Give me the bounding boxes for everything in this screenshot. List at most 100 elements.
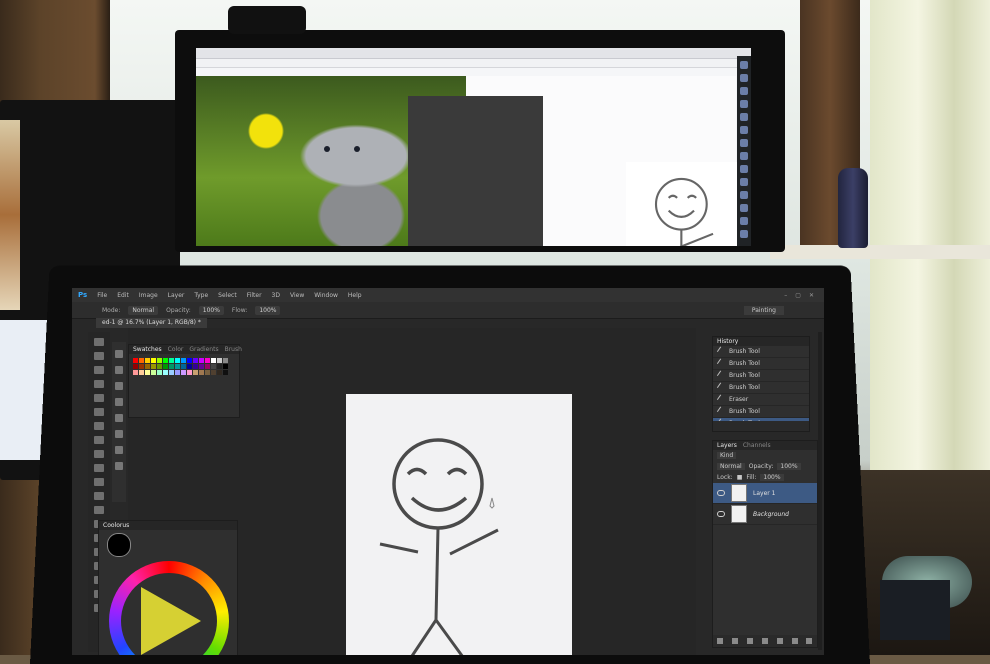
link-layers-icon[interactable]	[717, 638, 724, 644]
stamp-tool-icon[interactable]	[94, 450, 104, 458]
tool-preset-icon[interactable]	[115, 462, 123, 470]
fill-field[interactable]: 100%	[760, 474, 784, 481]
blur-tool-icon[interactable]	[94, 506, 104, 514]
layer-opacity-field[interactable]: 100%	[777, 463, 801, 470]
color-swatch[interactable]	[205, 370, 210, 375]
color-swatch[interactable]	[217, 370, 222, 375]
color-swatch[interactable]	[163, 358, 168, 363]
color-swatch[interactable]	[169, 364, 174, 369]
sidebar-app-icon[interactable]	[740, 139, 748, 147]
sidebar-app-icon[interactable]	[740, 126, 748, 134]
menu-edit[interactable]: Edit	[117, 292, 129, 299]
lasso-tool-icon[interactable]	[94, 366, 104, 374]
sidebar-app-icon[interactable]	[740, 178, 748, 186]
healing-tool-icon[interactable]	[94, 422, 104, 430]
color-swatch[interactable]	[181, 364, 186, 369]
eraser-tool-icon[interactable]	[94, 478, 104, 486]
color-swatch[interactable]	[187, 358, 192, 363]
brush-preset-icon[interactable]	[115, 430, 123, 438]
color-swatch[interactable]	[175, 370, 180, 375]
sidebar-app-icon[interactable]	[740, 87, 748, 95]
color-triangle[interactable]	[141, 587, 201, 655]
tab-brush[interactable]: Brush	[225, 345, 242, 354]
color-swatch[interactable]	[169, 358, 174, 363]
sidebar-app-icon[interactable]	[740, 230, 748, 238]
menu-select[interactable]: Select	[218, 292, 237, 299]
opacity-field[interactable]: 100%	[198, 305, 224, 315]
history-item[interactable]: Brush Tool	[713, 406, 809, 418]
menu-filter[interactable]: Filter	[247, 292, 262, 299]
adjustment-layer-icon[interactable]	[761, 638, 768, 644]
history-item[interactable]: Eraser	[713, 394, 809, 406]
color-swatch[interactable]	[181, 358, 186, 363]
history-item[interactable]: Brush Tool	[713, 382, 809, 394]
browser-address-bar[interactable]	[196, 59, 751, 68]
color-swatch[interactable]	[187, 364, 192, 369]
sidebar-app-icon[interactable]	[740, 74, 748, 82]
lock-icon[interactable]: ■	[737, 474, 743, 481]
color-swatch[interactable]	[163, 370, 168, 375]
color-swatch[interactable]	[133, 358, 138, 363]
sidebar-app-icon[interactable]	[740, 191, 748, 199]
color-swatch[interactable]	[181, 370, 186, 375]
crop-tool-icon[interactable]	[94, 394, 104, 402]
color-swatch[interactable]	[163, 364, 168, 369]
color-swatch[interactable]	[205, 358, 210, 363]
color-swatch[interactable]	[199, 364, 204, 369]
browser-tab-bar[interactable]	[196, 48, 751, 59]
menu-file[interactable]: File	[97, 292, 107, 299]
color-swatch[interactable]	[133, 370, 138, 375]
color-swatch[interactable]	[175, 364, 180, 369]
reference-drawing-window[interactable]	[408, 96, 751, 246]
color-swatch[interactable]	[211, 358, 216, 363]
color-swatch[interactable]	[145, 364, 150, 369]
menu-view[interactable]: View	[290, 292, 304, 299]
color-swatch[interactable]	[223, 364, 228, 369]
color-swatch[interactable]	[211, 370, 216, 375]
sidebar-app-icon[interactable]	[740, 152, 748, 160]
sidebar-app-icon[interactable]	[740, 100, 748, 108]
menu-help[interactable]: Help	[348, 292, 362, 299]
info-icon[interactable]	[115, 398, 123, 406]
color-swatch[interactable]	[151, 358, 156, 363]
marquee-tool-icon[interactable]	[94, 352, 104, 360]
color-wheel[interactable]	[109, 561, 229, 655]
color-swatch[interactable]	[139, 358, 144, 363]
color-swatch[interactable]	[133, 364, 138, 369]
sidebar-app-icon[interactable]	[740, 204, 748, 212]
color-swatch[interactable]	[157, 370, 162, 375]
move-tool-icon[interactable]	[94, 338, 104, 346]
color-icon[interactable]	[115, 366, 123, 374]
mask-icon[interactable]	[747, 638, 754, 644]
color-swatch[interactable]	[151, 370, 156, 375]
minimize-button[interactable]: –	[784, 292, 787, 299]
play-icon[interactable]	[115, 350, 123, 358]
color-swatch[interactable]	[205, 364, 210, 369]
layer-row-layer-1[interactable]: Layer 1	[713, 483, 817, 504]
brush-tool-icon[interactable]	[94, 436, 104, 444]
paragraph-icon[interactable]	[115, 446, 123, 454]
right-panel-scrollbar[interactable]	[818, 332, 822, 650]
color-swatch[interactable]	[211, 364, 216, 369]
sidebar-app-icon[interactable]	[740, 113, 748, 121]
color-swatch[interactable]	[157, 358, 162, 363]
menu-layer[interactable]: Layer	[168, 292, 185, 299]
color-swatch[interactable]	[175, 358, 180, 363]
layer-row-background[interactable]: Background	[713, 504, 817, 525]
color-swatch[interactable]	[223, 358, 228, 363]
coolorus-title[interactable]: Coolorus	[103, 521, 129, 530]
history-item[interactable]: Brush Tool	[713, 370, 809, 382]
mode-select[interactable]: Normal	[128, 305, 159, 315]
visibility-eye-icon[interactable]	[717, 490, 725, 496]
flow-field[interactable]: 100%	[255, 305, 281, 315]
color-swatch[interactable]	[169, 370, 174, 375]
tab-channels[interactable]: Channels	[743, 441, 771, 450]
new-layer-icon[interactable]	[791, 638, 798, 644]
tab-swatches[interactable]: Swatches	[133, 345, 162, 354]
color-swatch[interactable]	[199, 358, 204, 363]
color-swatch[interactable]	[193, 370, 198, 375]
menu-window[interactable]: Window	[314, 292, 338, 299]
color-swatch[interactable]	[151, 364, 156, 369]
color-swatch[interactable]	[193, 358, 198, 363]
close-button[interactable]: ✕	[809, 292, 814, 299]
